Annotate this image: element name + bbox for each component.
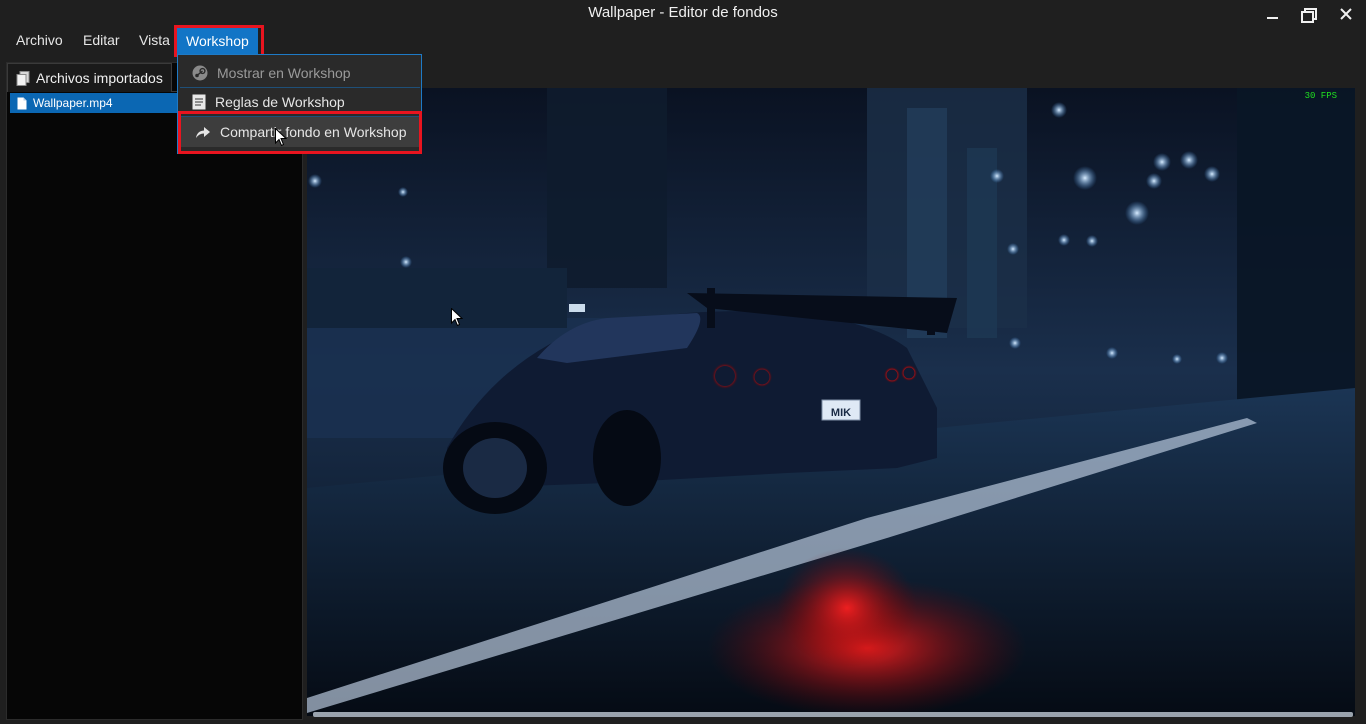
close-icon xyxy=(1340,7,1352,20)
menu-item-label: Reglas de Workshop xyxy=(215,94,345,110)
fps-counter: 30 FPS xyxy=(1304,91,1337,101)
imported-files-panel: Archivos importados Wallpaper.mp4 xyxy=(6,62,303,720)
minimize-button[interactable] xyxy=(1254,0,1290,27)
file-icon xyxy=(17,97,27,109)
menu-item-compartir-fondo-en-workshop[interactable]: Compartir fondo en Workshop xyxy=(181,117,419,147)
menu-item-label: Mostrar en Workshop xyxy=(217,65,351,81)
menu-item-mostrar-en-workshop[interactable]: Mostrar en Workshop xyxy=(178,59,421,87)
license-plate-text: MIK xyxy=(831,407,851,419)
steam-icon xyxy=(192,65,208,81)
tab-archivos-importados[interactable]: Archivos importados xyxy=(7,63,172,92)
file-name: Wallpaper.mp4 xyxy=(33,96,113,110)
horizontal-scrollbar[interactable] xyxy=(313,712,1353,717)
menu-workshop[interactable]: Workshop xyxy=(177,27,258,54)
close-button[interactable] xyxy=(1328,0,1364,27)
wallpaper-image: MIK xyxy=(307,88,1355,716)
document-icon xyxy=(192,94,206,110)
restore-icon xyxy=(1300,7,1317,23)
minimize-icon xyxy=(1266,16,1278,19)
menu-bar: Archivo Editar Vista Workshop xyxy=(0,27,1366,54)
wallpaper-preview[interactable]: MIK 30 FPS xyxy=(307,88,1355,716)
menu-editar[interactable]: Editar xyxy=(75,27,128,54)
mouse-cursor-icon xyxy=(451,308,463,327)
menu-vista[interactable]: Vista xyxy=(131,27,178,54)
menu-item-label: Compartir fondo en Workshop xyxy=(220,124,407,140)
title-bar: Wallpaper - Editor de fondos xyxy=(0,0,1366,27)
menu-item-reglas-de-workshop[interactable]: Reglas de Workshop xyxy=(178,88,421,116)
menu-archivo[interactable]: Archivo xyxy=(8,27,71,54)
maximize-button[interactable] xyxy=(1289,0,1325,27)
window-title: Wallpaper - Editor de fondos xyxy=(588,4,778,21)
tab-label: Archivos importados xyxy=(36,70,163,86)
files-icon xyxy=(16,70,30,86)
mouse-pointer-icon xyxy=(275,128,287,147)
workshop-dropdown-menu: Mostrar en Workshop Reglas de Workshop C… xyxy=(177,54,422,154)
share-arrow-icon xyxy=(196,127,210,138)
